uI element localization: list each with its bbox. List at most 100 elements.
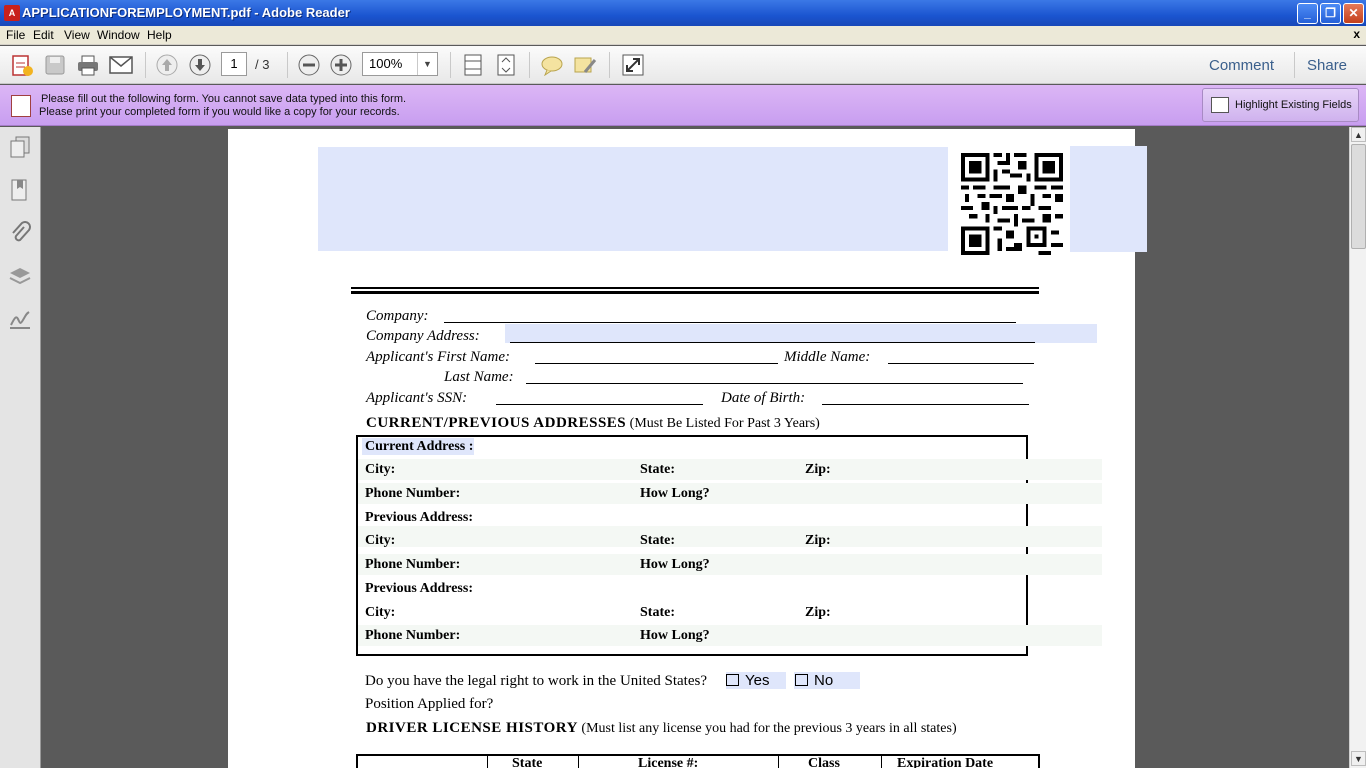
- maximize-button[interactable]: ❐: [1320, 3, 1341, 24]
- middle-name-input[interactable]: [888, 363, 1034, 364]
- address-row-field[interactable]: [358, 554, 1102, 575]
- address-row-field[interactable]: [358, 459, 1102, 480]
- title-bar: A APPLICATIONFOREMPLOYMENT.pdf - Adobe R…: [0, 0, 1366, 26]
- vertical-scrollbar[interactable]: ▲ ▼: [1349, 127, 1366, 768]
- no-checkbox[interactable]: [795, 674, 808, 686]
- work-right-question: Do you have the legal right to work in t…: [365, 673, 708, 689]
- document-close-icon[interactable]: x: [1353, 27, 1360, 41]
- menu-view[interactable]: View: [64, 28, 90, 42]
- column-header-class: Class: [808, 756, 840, 768]
- signatures-icon[interactable]: [8, 307, 32, 331]
- company-input[interactable]: [444, 322, 1016, 323]
- sticky-note-icon[interactable]: [539, 52, 565, 78]
- page-number-input[interactable]: 1: [221, 52, 247, 76]
- city-label: City:: [365, 605, 396, 620]
- layers-icon[interactable]: [8, 264, 32, 288]
- menu-edit[interactable]: Edit: [33, 28, 54, 42]
- column-header-state: State: [512, 756, 543, 768]
- phone-label: Phone Number:: [365, 557, 461, 572]
- page-count: / 3: [255, 57, 270, 72]
- state-label: State:: [640, 462, 675, 477]
- pdf-page: Company: Company Address: Applicant's Fi…: [228, 129, 1147, 768]
- zip-label: Zip:: [805, 605, 831, 620]
- company-address-input[interactable]: [505, 324, 1097, 343]
- dob-input[interactable]: [822, 404, 1029, 405]
- header-field[interactable]: [318, 147, 948, 251]
- header-field-right[interactable]: [1070, 146, 1147, 252]
- zoom-select[interactable]: 100% ▼: [362, 52, 438, 76]
- zoom-value: 100%: [369, 56, 403, 71]
- scroll-thumb[interactable]: [1351, 144, 1366, 249]
- last-name-input[interactable]: [526, 383, 1023, 384]
- save-icon[interactable]: [42, 52, 68, 78]
- highlight-fields-label: Highlight Existing Fields: [1235, 99, 1352, 111]
- form-message-line2: Please print your completed form if you …: [39, 106, 400, 118]
- zip-label: Zip:: [805, 462, 831, 477]
- scroll-down-icon[interactable]: ▼: [1351, 751, 1366, 766]
- email-icon[interactable]: [108, 52, 134, 78]
- addresses-heading-line: CURRENT/PREVIOUS ADDRESSES (Must Be List…: [366, 415, 820, 432]
- menu-file[interactable]: File: [6, 28, 25, 42]
- create-pdf-icon[interactable]: [9, 52, 35, 78]
- state-label: State:: [640, 533, 675, 548]
- attachments-icon[interactable]: [8, 221, 32, 245]
- divider-line: [351, 287, 1039, 289]
- qr-code-icon: [961, 153, 1063, 258]
- state-label: State:: [640, 605, 675, 620]
- addresses-note: (Must Be Listed For Past 3 Years): [629, 416, 820, 431]
- column-header-expiration: Expiration Date: [897, 756, 994, 768]
- highlight-fields-button[interactable]: Highlight Existing Fields: [1202, 88, 1359, 122]
- close-button[interactable]: ✕: [1343, 3, 1364, 24]
- address-row-field[interactable]: [358, 625, 1102, 646]
- current-address-label: Current Address :: [365, 439, 474, 454]
- phone-label: Phone Number:: [365, 628, 461, 643]
- fit-page-icon[interactable]: [493, 52, 519, 78]
- minimize-button[interactable]: _: [1297, 3, 1318, 24]
- highlight-fields-icon: [1211, 97, 1229, 113]
- form-message-line1: Please fill out the following form. You …: [41, 93, 407, 105]
- last-name-label: Last Name:: [444, 369, 514, 385]
- license-heading-line: DRIVER LICENSE HISTORY (Must list any li…: [366, 720, 957, 737]
- menu-help[interactable]: Help: [147, 28, 172, 42]
- next-page-icon[interactable]: [187, 52, 213, 78]
- share-button[interactable]: Share: [1307, 57, 1347, 74]
- fullscreen-icon[interactable]: [620, 52, 646, 78]
- bookmarks-icon[interactable]: [8, 178, 32, 202]
- menu-bar: File Edit View Window Help x: [0, 26, 1366, 45]
- ssn-input[interactable]: [496, 404, 703, 405]
- table-divider: [487, 755, 488, 768]
- how-long-label: How Long?: [640, 557, 710, 572]
- yes-checkbox[interactable]: [726, 674, 739, 686]
- form-icon: [11, 95, 31, 117]
- navigation-pane: [0, 127, 41, 768]
- zoom-out-icon[interactable]: [296, 52, 322, 78]
- first-name-label: Applicant's First Name:: [366, 349, 511, 365]
- address-row-field[interactable]: [358, 483, 1102, 504]
- previous-page-icon[interactable]: [154, 52, 180, 78]
- scroll-up-icon[interactable]: ▲: [1351, 127, 1366, 142]
- table-divider: [881, 755, 882, 768]
- address-row-field[interactable]: [358, 526, 1102, 547]
- highlight-text-icon[interactable]: [572, 52, 598, 78]
- how-long-label: How Long?: [640, 486, 710, 501]
- form-notification-bar: Please fill out the following form. You …: [0, 85, 1366, 126]
- addresses-heading: CURRENT/PREVIOUS ADDRESSES: [366, 415, 627, 431]
- pages-icon[interactable]: [8, 135, 32, 159]
- comment-button[interactable]: Comment: [1209, 57, 1274, 74]
- chevron-down-icon[interactable]: ▼: [417, 53, 437, 75]
- ssn-label: Applicant's SSN:: [366, 390, 468, 406]
- table-divider: [578, 755, 579, 768]
- company-address-label: Company Address:: [366, 328, 480, 344]
- zoom-in-icon[interactable]: [328, 52, 354, 78]
- zip-label: Zip:: [805, 533, 831, 548]
- table-divider: [778, 755, 779, 768]
- fit-width-icon[interactable]: [460, 52, 486, 78]
- menu-window[interactable]: Window: [97, 28, 140, 42]
- first-name-input[interactable]: [535, 363, 778, 364]
- city-label: City:: [365, 462, 396, 477]
- phone-label: Phone Number:: [365, 486, 461, 501]
- toolbar: [0, 46, 1366, 84]
- print-icon[interactable]: [75, 52, 101, 78]
- previous-address-label: Previous Address:: [365, 581, 473, 596]
- how-long-label: How Long?: [640, 628, 710, 643]
